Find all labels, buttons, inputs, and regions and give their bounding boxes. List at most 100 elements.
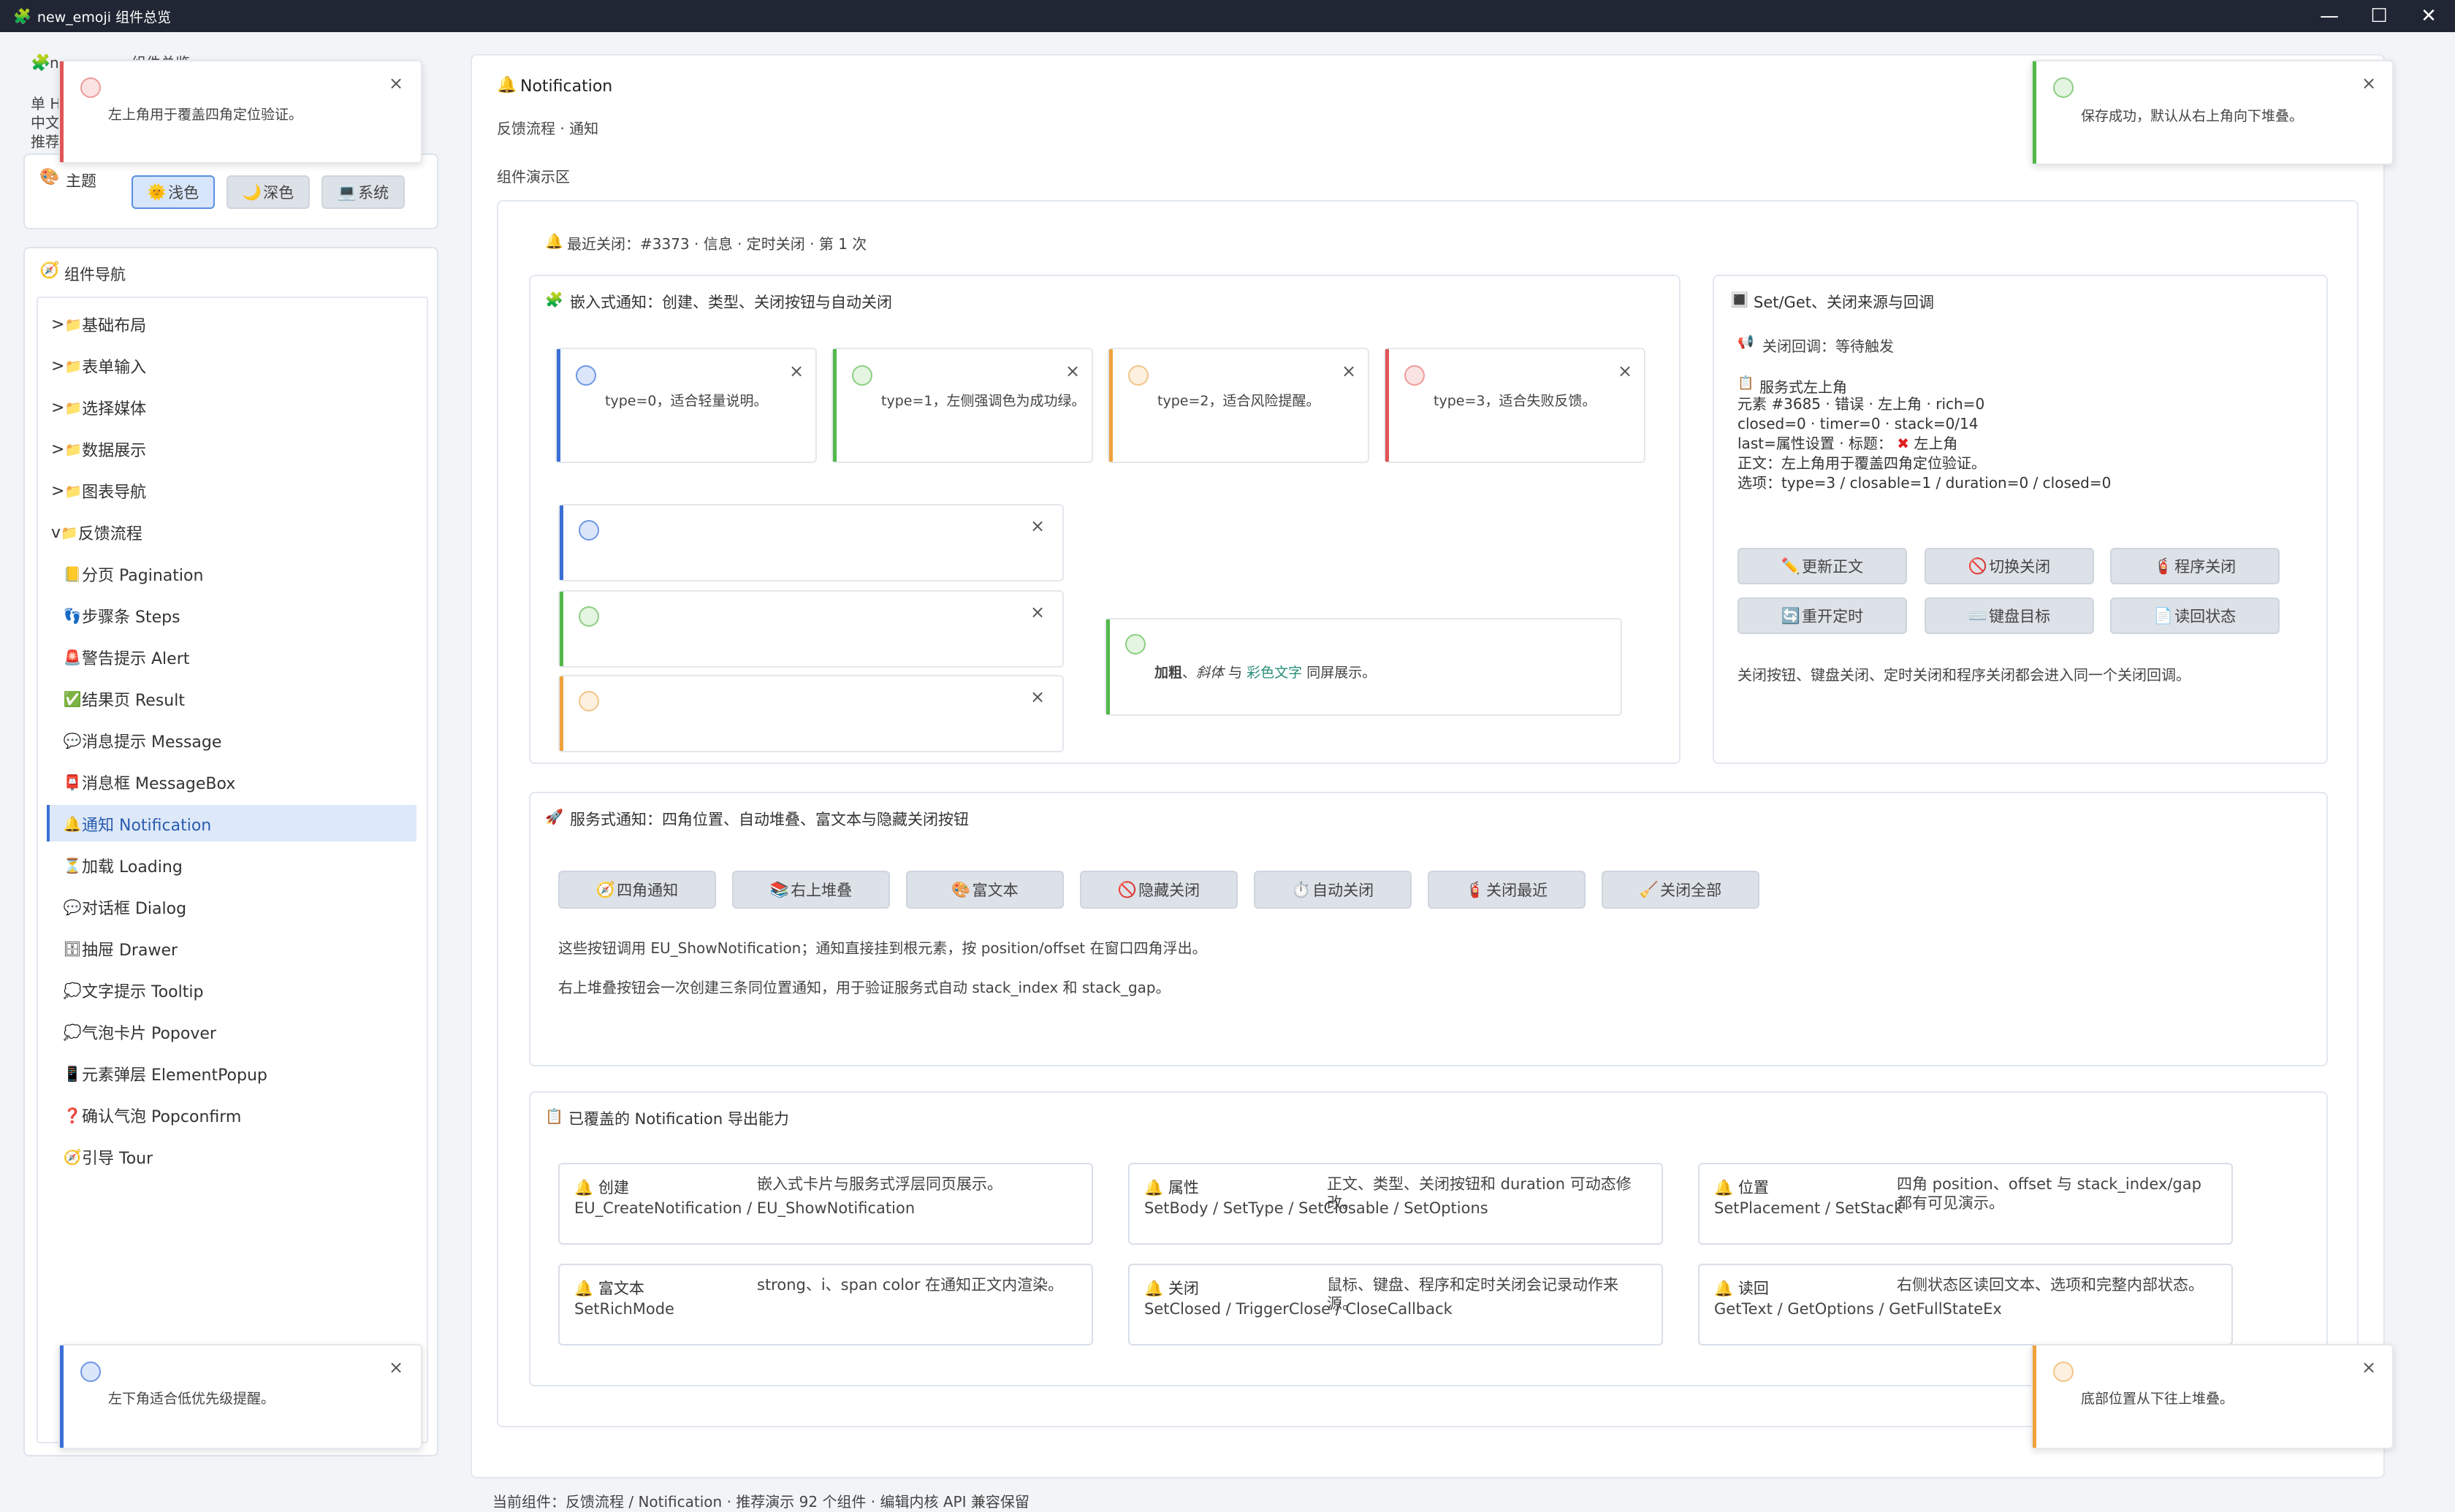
warning-icon bbox=[579, 691, 599, 711]
service-button[interactable]: 🧭 四角通知 bbox=[558, 871, 716, 909]
close-icon[interactable]: × bbox=[1030, 516, 1045, 536]
setget-button[interactable]: ⌨️ 键盘目标 bbox=[1925, 597, 2094, 634]
nav-item[interactable]: ⏳ 加载 Loading bbox=[63, 852, 183, 879]
service-button[interactable]: 🚫 隐藏关闭 bbox=[1080, 871, 1238, 909]
toast-message: 底部位置从下往上堆叠。 bbox=[2081, 1391, 2234, 1407]
clipboard-icon: 📋 bbox=[1737, 375, 1754, 391]
rocket-icon: 🚀 bbox=[545, 808, 563, 825]
button-label: 富文本 bbox=[972, 882, 1019, 899]
nav-group-label: 数据展示 bbox=[82, 442, 147, 460]
sidebar-info-line: 推荐 bbox=[31, 133, 60, 150]
setget-button[interactable]: 🚫 切换关闭 bbox=[1925, 548, 2094, 584]
close-icon[interactable]: × bbox=[1030, 602, 1045, 622]
nav-item[interactable]: 🔔 通知 Notification bbox=[63, 811, 212, 837]
breadcrumb: 反馈流程 · 通知 bbox=[497, 120, 599, 137]
nav-group-3[interactable]: > 📁 数据展示 bbox=[51, 436, 146, 462]
nav-item[interactable]: 📱 元素弹层 ElementPopup bbox=[63, 1061, 267, 1087]
capability-name: 读回 bbox=[1737, 1280, 1769, 1297]
expand-chevron-icon: > bbox=[51, 356, 65, 375]
state-line: last=属性设置 · 标题： bbox=[1737, 435, 1892, 452]
embedded-section-title: 嵌入式通知：创建、类型、关闭按钮与自动关闭 bbox=[570, 294, 892, 311]
close-icon[interactable]: × bbox=[1618, 361, 1632, 381]
capabilities-title: 已覆盖的 Notification 导出能力 bbox=[568, 1110, 789, 1128]
nav-item-icon: 🧭 bbox=[63, 1148, 82, 1166]
setget-button[interactable]: 📄 读回状态 bbox=[2110, 597, 2280, 634]
type-icon bbox=[576, 365, 596, 386]
laptop-icon: 💻 bbox=[337, 183, 357, 201]
warning-icon bbox=[2053, 1362, 2074, 1382]
nav-item[interactable]: 💬 消息提示 Message bbox=[63, 728, 222, 754]
close-window-button[interactable]: ✕ bbox=[2399, 0, 2455, 32]
sidebar-info-line: 中文 bbox=[31, 114, 60, 131]
nav-item[interactable]: 🚨 警告提示 Alert bbox=[63, 644, 190, 671]
close-icon[interactable]: × bbox=[2361, 1357, 2376, 1378]
service-button[interactable]: 🧯 关闭最近 bbox=[1428, 871, 1586, 909]
nav-group-2[interactable]: > 📁 选择媒体 bbox=[51, 394, 146, 421]
button-label: 更新正文 bbox=[1802, 558, 1864, 576]
nav-item[interactable]: 📮 消息框 MessageBox bbox=[63, 769, 236, 795]
close-icon[interactable]: × bbox=[1341, 361, 1356, 381]
nav-item-icon: 💬 bbox=[63, 732, 82, 749]
nav-title: 组件导航 bbox=[64, 266, 126, 283]
nav-item[interactable]: 📒 分页 Pagination bbox=[63, 561, 204, 587]
nav-item[interactable]: 🧭 引导 Tour bbox=[63, 1144, 153, 1170]
nav-group-4[interactable]: > 📁 图表导航 bbox=[51, 478, 146, 504]
nav-item-icon: 📱 bbox=[63, 1065, 82, 1083]
nav-group-1[interactable]: > 📁 表单输入 bbox=[51, 353, 146, 379]
theme-light-button[interactable]: 🌞 浅色 bbox=[132, 175, 215, 209]
button-label: 读回状态 bbox=[2174, 608, 2237, 625]
type-notification-card: × type=3，适合失败反馈。 bbox=[1384, 348, 1645, 463]
capability-name: 创建 bbox=[598, 1179, 629, 1196]
setget-button[interactable]: 🔄 重开定时 bbox=[1737, 597, 1907, 634]
close-icon[interactable]: × bbox=[389, 73, 403, 93]
last-closed-status: 最近关闭：#3373 · 信息 · 定时关闭 · 第 1 次 bbox=[567, 235, 867, 253]
capability-card: 🔔 富文本 SetRichMode strong、i、span color 在通知正… bbox=[558, 1264, 1093, 1345]
theme-option-label: 浅色 bbox=[168, 184, 199, 202]
capability-description: strong、i、span color 在通知正文内渲染。 bbox=[757, 1276, 1064, 1294]
nav-item[interactable]: 💭 文字提示 Tooltip bbox=[63, 977, 204, 1004]
nav-group-0[interactable]: > 📁 基础布局 bbox=[51, 311, 146, 337]
close-icon[interactable]: × bbox=[1065, 361, 1080, 381]
success-icon bbox=[1125, 634, 1146, 654]
close-icon[interactable]: × bbox=[1030, 687, 1045, 707]
nav-item-label: 结果页 Result bbox=[82, 692, 185, 710]
card-message: type=3，适合失败反馈。 bbox=[1434, 393, 1596, 409]
rich-sep: 与 bbox=[1224, 665, 1247, 681]
moon-icon: 🌙 bbox=[242, 183, 262, 201]
close-icon[interactable]: × bbox=[789, 361, 804, 381]
card-message: type=0，适合轻量说明。 bbox=[605, 393, 768, 409]
service-button[interactable]: 🧹 关闭全部 bbox=[1602, 871, 1759, 909]
button-icon: 🔄 bbox=[1781, 606, 1801, 625]
capability-description: 正文、类型、关闭按钮和 duration 可动态修改。 bbox=[1327, 1175, 1632, 1212]
nav-item[interactable]: 👣 步骤条 Steps bbox=[63, 603, 180, 629]
nav-item-icon: 🗄 bbox=[63, 940, 82, 958]
theme-option-label: 深色 bbox=[263, 184, 294, 202]
nav-item[interactable]: ✅ 结果页 Result bbox=[63, 686, 185, 712]
close-icon[interactable]: × bbox=[2361, 73, 2376, 93]
folder-icon: 📁 bbox=[61, 524, 78, 541]
service-button[interactable]: 📚 右上堆叠 bbox=[732, 871, 890, 909]
nav-item[interactable]: 💬 对话框 Dialog bbox=[63, 894, 187, 920]
service-button[interactable]: 🎨 富文本 bbox=[906, 871, 1064, 909]
theme-dark-button[interactable]: 🌙 深色 bbox=[227, 175, 310, 209]
nav-item[interactable]: 🗄 抽屉 Drawer bbox=[63, 936, 178, 962]
theme-system-button[interactable]: 💻 系统 bbox=[321, 175, 405, 209]
capability-name: 富文本 bbox=[598, 1280, 644, 1297]
expand-chevron-icon: v bbox=[51, 523, 61, 542]
nav-item[interactable]: 💭 气泡卡片 Popover bbox=[63, 1019, 216, 1045]
capability-card: 🔔 关闭 SetClosed / TriggerClose / CloseCall… bbox=[1128, 1264, 1663, 1345]
nav-group-5[interactable]: v 📁 反馈流程 bbox=[51, 519, 142, 546]
bell-icon: 🔔 bbox=[574, 1280, 594, 1297]
close-callback-status: 关闭回调：等待触发 bbox=[1762, 337, 1894, 355]
setget-button[interactable]: 🧯 程序关闭 bbox=[2110, 548, 2280, 584]
service-button[interactable]: ⏱️ 自动关闭 bbox=[1254, 871, 1412, 909]
state-title: 服务式左上角 bbox=[1759, 378, 1847, 396]
nav-item[interactable]: ❓ 确认气泡 Popconfirm bbox=[63, 1102, 242, 1129]
close-icon[interactable]: × bbox=[389, 1357, 403, 1378]
capability-description: 嵌入式卡片与服务式浮层同页展示。 bbox=[757, 1175, 1002, 1193]
nav-group-label: 表单输入 bbox=[82, 359, 147, 377]
service-description: 右上堆叠按钮会一次创建三条同位置通知，用于验证服务式自动 stack_index… bbox=[558, 979, 1171, 996]
nav-item-icon: 🔔 bbox=[63, 815, 82, 833]
status-bar: 当前组件：反馈流程 / Notification · 推荐演示 92 个组件 ·… bbox=[492, 1493, 1029, 1511]
setget-button[interactable]: ✏️ 更新正文 bbox=[1737, 548, 1907, 584]
